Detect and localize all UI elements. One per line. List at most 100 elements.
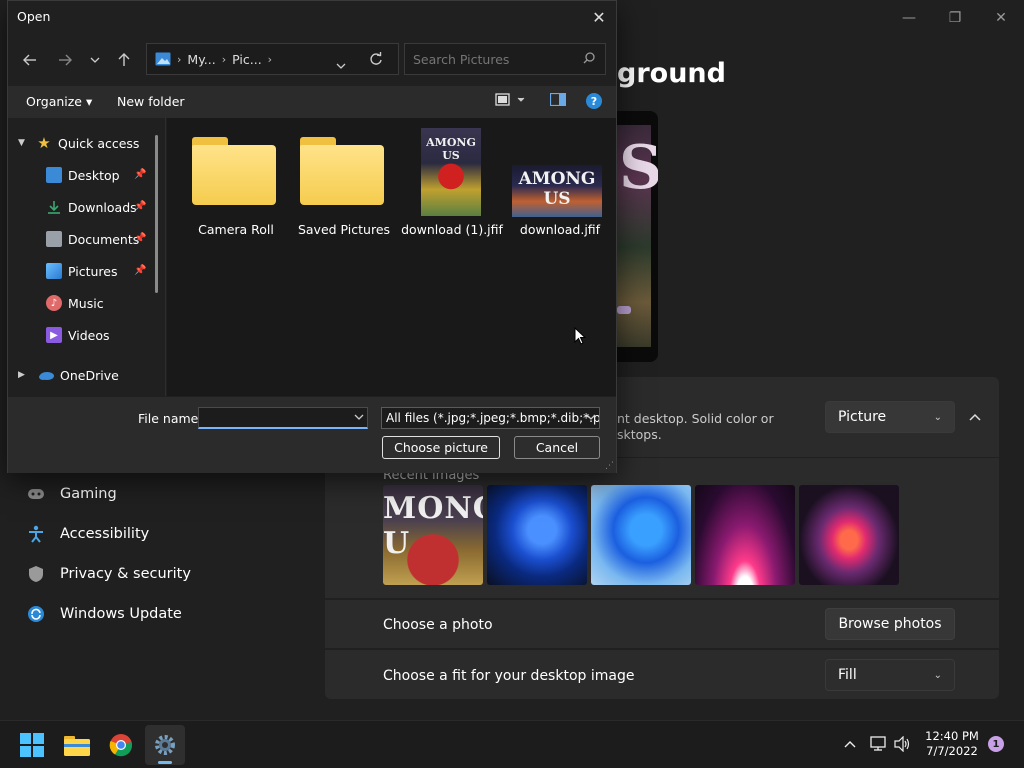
chevron-down-icon[interactable] bbox=[354, 412, 364, 423]
chevron-down-icon bbox=[90, 57, 100, 63]
choose-picture-button[interactable]: Choose picture bbox=[382, 436, 500, 459]
desktop-icon bbox=[46, 167, 62, 183]
mouse-cursor-icon bbox=[574, 327, 586, 345]
pictures-icon bbox=[155, 52, 171, 66]
tree-item-desktop[interactable]: Desktop bbox=[46, 164, 120, 186]
clock[interactable]: 12:40 PM 7/7/2022 bbox=[918, 729, 986, 759]
tree-item-music[interactable]: ♪ Music bbox=[46, 292, 104, 314]
start-button[interactable] bbox=[12, 725, 52, 765]
chevron-down-icon: ⌄ bbox=[933, 669, 942, 681]
address-bar[interactable]: › My... › Pic... › bbox=[146, 43, 399, 75]
choose-photo-label: Choose a photo bbox=[383, 617, 493, 633]
file-item-saved-pictures[interactable]: Saved Pictures bbox=[292, 222, 396, 237]
clock-time: 12:40 PM bbox=[925, 729, 979, 743]
preview-pane-icon[interactable] bbox=[549, 92, 567, 110]
nav-scrollbar[interactable] bbox=[155, 135, 158, 293]
organize-button[interactable]: Organize ▾ bbox=[26, 94, 92, 109]
notification-badge[interactable]: 1 bbox=[988, 736, 1004, 752]
fit-value: Fill bbox=[838, 667, 857, 683]
resize-grip-icon[interactable]: ⋰ bbox=[605, 461, 614, 471]
tree-item-quick-access[interactable]: ▼ ★ Quick access bbox=[18, 132, 139, 154]
file-item-camera-roll[interactable]: Camera Roll bbox=[184, 222, 288, 237]
recent-image-thumb[interactable] bbox=[799, 485, 899, 585]
gamepad-icon bbox=[26, 484, 46, 504]
fit-dropdown[interactable]: Fill ⌄ bbox=[825, 659, 955, 691]
background-type-dropdown[interactable]: Picture ⌄ bbox=[825, 401, 955, 433]
dialog-titlebar[interactable]: Open ✕ bbox=[8, 1, 616, 33]
chevron-right-icon: ▶ bbox=[18, 370, 25, 380]
document-icon bbox=[46, 231, 62, 247]
chevron-up-icon bbox=[969, 413, 981, 421]
minimize-button[interactable]: — bbox=[886, 4, 932, 32]
chevron-down-icon: ▼ bbox=[18, 138, 25, 148]
arrow-right-icon bbox=[59, 54, 72, 66]
sidebar-item-label: Privacy & security bbox=[60, 566, 191, 582]
chevron-down-icon[interactable] bbox=[586, 412, 596, 423]
close-icon[interactable]: ✕ bbox=[582, 1, 616, 33]
tree-item-pictures[interactable]: Pictures bbox=[46, 260, 118, 282]
tree-item-documents[interactable]: Documents bbox=[46, 228, 139, 250]
breadcrumb-pictures[interactable]: Pic... bbox=[232, 52, 262, 67]
maximize-button[interactable]: ❐ bbox=[932, 4, 978, 32]
pin-icon: 📌 bbox=[134, 201, 147, 212]
update-icon bbox=[26, 604, 46, 624]
desktop-preview: S bbox=[617, 111, 658, 362]
chevron-up-icon[interactable] bbox=[844, 736, 856, 752]
settings-icon bbox=[155, 735, 175, 755]
forward-button[interactable] bbox=[54, 49, 76, 71]
sidebar-item-label: Gaming bbox=[60, 486, 117, 502]
chevron-down-icon: ⌄ bbox=[933, 411, 942, 423]
file-type-select[interactable]: All files (*.jpg;*.jpeg;*.bmp;*.dib;*.pn… bbox=[381, 407, 600, 429]
search-icon[interactable] bbox=[583, 52, 595, 67]
new-folder-button[interactable]: New folder bbox=[117, 94, 185, 109]
image-thumbnail[interactable]: AMONG US bbox=[512, 165, 602, 217]
back-button[interactable] bbox=[19, 49, 41, 71]
cancel-button[interactable]: Cancel bbox=[514, 436, 600, 459]
file-item-download-1[interactable]: download (1).jfif bbox=[400, 222, 504, 237]
tree-item-videos[interactable]: ▶ Videos bbox=[46, 324, 110, 346]
view-options-icon[interactable] bbox=[495, 93, 527, 111]
sidebar-item-label: Accessibility bbox=[60, 526, 150, 542]
address-dropdown-icon[interactable] bbox=[336, 57, 346, 72]
collapse-button[interactable] bbox=[960, 404, 990, 430]
settings-taskbar-button[interactable] bbox=[145, 725, 185, 765]
personalize-description: nt desktop. Solid color or sktops. bbox=[617, 411, 774, 442]
pictures-icon bbox=[46, 263, 62, 279]
close-button[interactable]: ✕ bbox=[978, 4, 1024, 32]
search-input[interactable] bbox=[413, 51, 573, 67]
network-icon[interactable] bbox=[870, 736, 888, 756]
image-thumbnail[interactable]: AMONG US bbox=[421, 128, 481, 216]
chrome-button[interactable] bbox=[101, 725, 141, 765]
svg-text:?: ? bbox=[591, 95, 597, 108]
sidebar-item-privacy[interactable]: Privacy & security bbox=[26, 559, 191, 589]
file-explorer-icon bbox=[64, 736, 90, 756]
recent-locations-button[interactable] bbox=[84, 49, 106, 71]
sidebar-item-gaming[interactable]: Gaming bbox=[26, 479, 117, 509]
sidebar-item-accessibility[interactable]: Accessibility bbox=[26, 519, 149, 549]
recent-image-thumb[interactable] bbox=[591, 485, 691, 585]
file-name-input[interactable] bbox=[198, 407, 368, 429]
browse-photos-button[interactable]: Browse photos bbox=[825, 608, 955, 640]
background-type-value: Picture bbox=[838, 409, 887, 425]
recent-image-thumb[interactable] bbox=[695, 485, 795, 585]
folder-icon[interactable] bbox=[192, 137, 276, 205]
breadcrumb-my[interactable]: My... bbox=[187, 52, 215, 67]
search-box[interactable] bbox=[404, 43, 606, 75]
sidebar-item-label: Windows Update bbox=[60, 606, 182, 622]
star-icon: ★ bbox=[37, 134, 51, 152]
pin-icon: 📌 bbox=[134, 233, 147, 244]
sidebar-item-windows-update[interactable]: Windows Update bbox=[26, 599, 182, 629]
folder-icon[interactable] bbox=[300, 137, 384, 205]
recent-image-thumb[interactable]: MONG U bbox=[383, 485, 483, 585]
pin-icon: 📌 bbox=[134, 169, 147, 180]
volume-icon[interactable] bbox=[894, 735, 912, 756]
file-explorer-button[interactable] bbox=[57, 725, 97, 765]
tree-item-onedrive[interactable]: ▶ OneDrive bbox=[18, 364, 119, 386]
tree-item-downloads[interactable]: Downloads bbox=[46, 196, 137, 218]
recent-image-thumb[interactable] bbox=[487, 485, 587, 585]
help-icon[interactable]: ? bbox=[586, 93, 602, 113]
file-item-download[interactable]: download.jfif bbox=[508, 222, 612, 237]
refresh-icon[interactable] bbox=[369, 52, 383, 69]
up-button[interactable] bbox=[113, 49, 135, 71]
download-icon bbox=[46, 199, 62, 215]
